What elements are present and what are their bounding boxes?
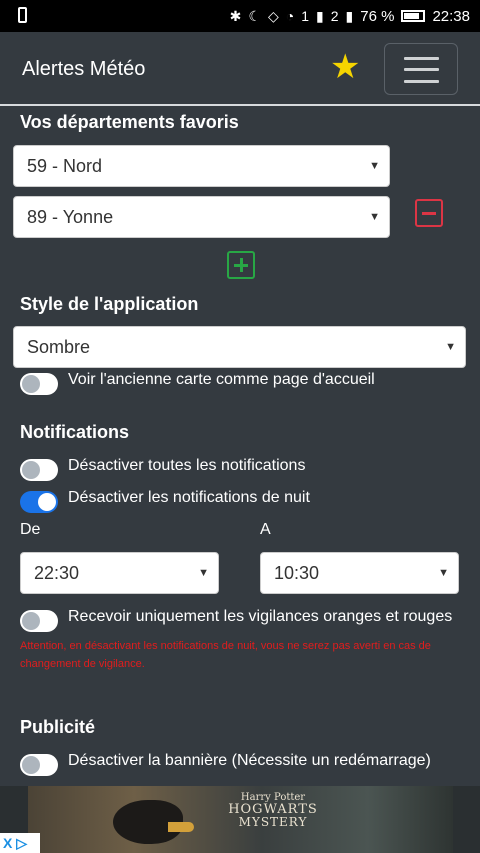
battery-percentage: 76 % xyxy=(360,7,395,25)
vibrate-icon: ◇ xyxy=(267,8,279,24)
disable-banner-label: Désactiver la bannière (Nécessite un red… xyxy=(68,752,431,769)
select-value: 89 - Yonne xyxy=(27,207,114,227)
clock: 22:38 xyxy=(432,7,470,25)
wifi-icon: ◔ xyxy=(285,8,295,24)
orange-red-only-toggle[interactable] xyxy=(20,610,58,632)
hamburger-menu-icon xyxy=(404,57,439,60)
signal-icon-2: ▮ xyxy=(345,8,354,24)
app-style-select[interactable]: Sombre ▼ xyxy=(13,326,466,368)
remove-department-icon[interactable] xyxy=(415,199,443,227)
chevron-down-icon: ▼ xyxy=(198,567,209,579)
navbar: Alertes Météo ★ xyxy=(0,32,480,106)
to-label: A xyxy=(260,521,271,538)
old-map-label: Voir l'ancienne carte comme page d'accue… xyxy=(68,371,375,388)
to-time-select[interactable]: 10:30 ▼ xyxy=(260,552,459,594)
battery-icon xyxy=(401,10,426,22)
chevron-down-icon: ▼ xyxy=(445,341,456,353)
disable-all-notifications-toggle[interactable] xyxy=(20,459,58,481)
sim1-badge: 1 xyxy=(301,8,310,24)
niffler-beak xyxy=(168,822,194,832)
adchoices-close-icon[interactable]: X ▷ xyxy=(0,833,40,853)
hamburger-menu-button[interactable] xyxy=(384,43,458,95)
app-title[interactable]: Alertes Météo xyxy=(22,58,145,81)
disable-night-notifications-label: Désactiver les notifications de nuit xyxy=(68,489,310,506)
select-value: 22:30 xyxy=(34,563,80,583)
from-label: De xyxy=(20,521,41,538)
ad-image[interactable]: Harry Potter HOGWARTS MYSTERY xyxy=(28,786,453,853)
chevron-down-icon: ▼ xyxy=(369,160,380,172)
disable-all-notifications-label: Désactiver toutes les notifications xyxy=(68,457,306,474)
ad-logo: Harry Potter HOGWARTS MYSTERY xyxy=(228,792,318,828)
ad-banner[interactable]: Harry Potter HOGWARTS MYSTERY xyxy=(0,786,480,853)
orange-red-only-label: Recevoir uniquement les vigilances orang… xyxy=(68,608,453,625)
app-style-title: Style de l'application xyxy=(20,294,199,314)
favorite-department-select-1[interactable]: 59 - Nord ▼ xyxy=(13,145,390,187)
chevron-down-icon: ▼ xyxy=(369,211,380,223)
ad-logo-line3: MYSTERY xyxy=(238,815,308,829)
disable-night-notifications-toggle[interactable] xyxy=(20,491,58,513)
night-notifications-warning: Attention, en désactivant les notificati… xyxy=(20,640,431,670)
disable-banner-toggle[interactable] xyxy=(20,754,58,776)
do-not-disturb-icon: ☾ xyxy=(248,8,261,24)
phone-icon xyxy=(18,7,27,23)
notifications-title: Notifications xyxy=(20,422,130,442)
select-value: Sombre xyxy=(27,337,91,357)
chevron-down-icon: ▼ xyxy=(438,567,449,579)
ads-title: Publicité xyxy=(20,717,96,737)
old-map-toggle[interactable] xyxy=(20,373,58,395)
favorite-department-select-2[interactable]: 89 - Yonne ▼ xyxy=(13,196,390,238)
hamburger-menu-icon-bar xyxy=(404,80,439,83)
add-department-icon[interactable] xyxy=(227,251,255,279)
select-value: 10:30 xyxy=(274,563,320,583)
status-bar: ✱ ☾ ◇ ◔ 1 ▮ 2 ▮ 76 % 22:38 xyxy=(0,0,480,32)
sim2-badge: 2 xyxy=(330,8,339,24)
from-time-select[interactable]: 22:30 ▼ xyxy=(20,552,219,594)
select-value: 59 - Nord xyxy=(27,156,103,176)
hamburger-menu-icon-bar xyxy=(404,68,439,71)
favorites-title: Vos départements favoris xyxy=(20,112,239,132)
bluetooth-icon: ✱ xyxy=(229,8,242,24)
star-icon[interactable]: ★ xyxy=(330,50,360,84)
signal-icon: ▮ xyxy=(316,8,324,24)
